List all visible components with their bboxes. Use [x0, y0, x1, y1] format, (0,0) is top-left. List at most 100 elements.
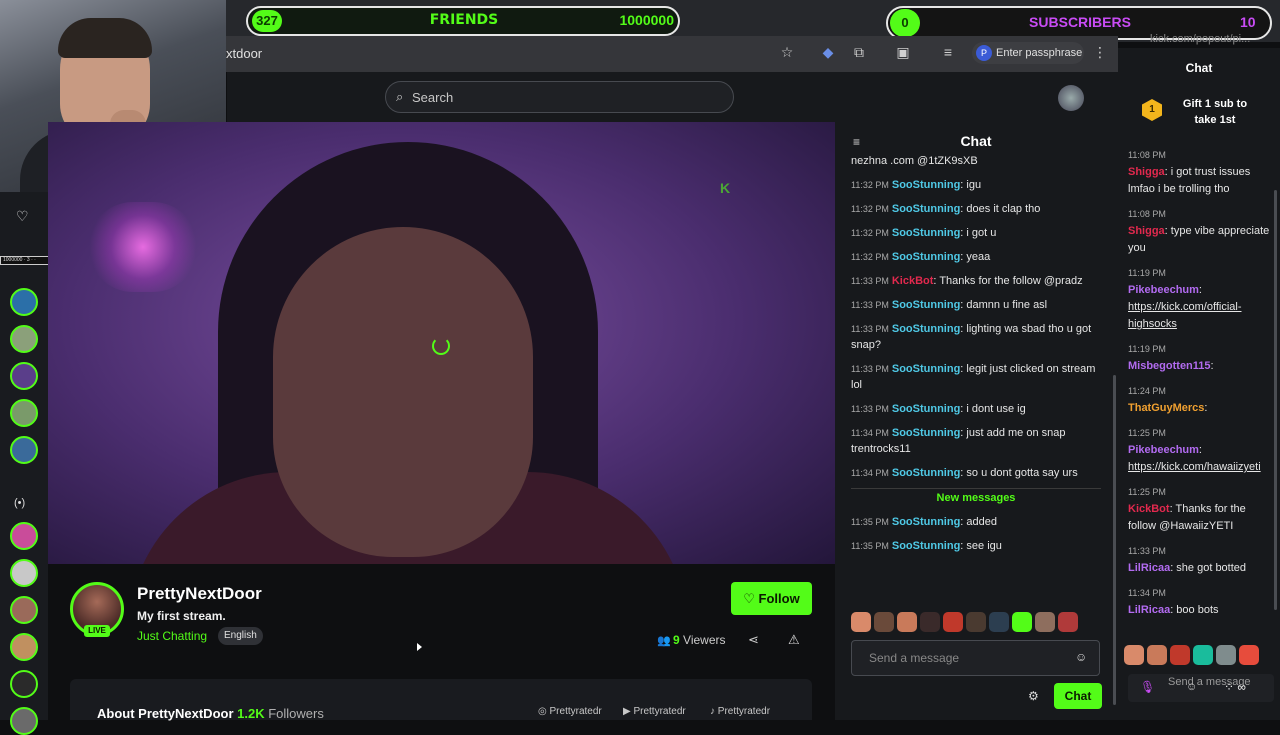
chat-username[interactable]: SooStunning	[892, 540, 960, 552]
emote-icon[interactable]	[1035, 612, 1055, 632]
chat-username[interactable]: SooStunning	[892, 299, 960, 311]
sidebar-channel-avatar[interactable]	[10, 325, 38, 353]
collapse-chat-icon[interactable]: ≡	[853, 135, 860, 149]
sidebar-channel-avatar[interactable]	[10, 362, 38, 390]
gift-sub-prompt[interactable]: Gift 1 sub to take 1st	[1176, 96, 1254, 128]
address-bar-text[interactable]: xtdoor	[226, 46, 262, 61]
chat-message-input[interactable]: Send a message	[851, 640, 1100, 676]
media-controls-icon[interactable]: ≡	[940, 44, 956, 60]
chat-message-text: : see igu	[960, 540, 1002, 552]
popout-username[interactable]: Misbegotten115	[1128, 360, 1211, 372]
popout-emoji-icon[interactable]: ☺	[1186, 681, 1197, 693]
sidebar-channel-avatar[interactable]	[10, 596, 38, 624]
emoji-picker-icon[interactable]: ☺	[1075, 650, 1087, 664]
following-heart-icon[interactable]: ♡	[16, 208, 29, 225]
profile-avatar[interactable]: P	[976, 45, 992, 61]
about-title-text: About PrettyNextDoor	[97, 706, 234, 721]
cast-icon[interactable]: ▣	[895, 44, 911, 60]
emote-icon[interactable]	[1239, 645, 1259, 665]
microphone-icon[interactable]: 🎙	[1140, 680, 1155, 694]
popout-username[interactable]: Shigga	[1128, 166, 1165, 178]
browser-menu-icon[interactable]: ⋮	[1092, 44, 1108, 60]
bookmark-star-icon[interactable]: ☆	[779, 44, 795, 60]
emote-icon[interactable]	[874, 612, 894, 632]
streamer-name[interactable]: PrettyNextDoor	[137, 584, 262, 604]
chat-username[interactable]: SooStunning	[892, 323, 960, 335]
emote-icon[interactable]	[1147, 645, 1167, 665]
chat-timestamp: 11:33 PM	[851, 364, 889, 374]
popout-message-link[interactable]: https://kick.com/hawaiizyeti	[1128, 461, 1261, 473]
sidebar-channel-avatar[interactable]	[10, 670, 38, 698]
chat-message: nezhna .com @1tZK9sXB	[845, 149, 1107, 173]
popout-username[interactable]: Pikebeechum	[1128, 284, 1199, 296]
emote-icon[interactable]	[1012, 612, 1032, 632]
emote-icon[interactable]	[943, 612, 963, 632]
chat-message: 11:35 PM SooStunning: see igu	[845, 534, 1107, 558]
popout-scrollbar[interactable]	[1274, 190, 1277, 610]
chat-username[interactable]: SooStunning	[892, 251, 960, 263]
emote-icon[interactable]	[966, 612, 986, 632]
sidebar-channel-avatar[interactable]	[10, 633, 38, 661]
stream-category-link[interactable]: Just Chatting	[137, 629, 207, 643]
emote-icon[interactable]	[851, 612, 871, 632]
chat-username[interactable]: SooStunning	[892, 516, 960, 528]
chat-message: 11:32 PM SooStunning: yeaa	[845, 245, 1107, 269]
emote-icon[interactable]	[989, 612, 1009, 632]
emote-icon[interactable]	[897, 612, 917, 632]
chat-username[interactable]: SooStunning	[892, 403, 960, 415]
chat-username[interactable]: SooStunning	[892, 227, 960, 239]
user-avatar[interactable]	[1058, 85, 1084, 111]
chat-timestamp: 11:34 PM	[851, 468, 889, 478]
popout-message-text: :	[1198, 284, 1202, 296]
popout-username[interactable]: Pikebeechum	[1128, 444, 1199, 456]
chat-message: 11:35 PM SooStunning: added	[845, 510, 1107, 534]
chat-message-list[interactable]: nezhna .com @1tZK9sXB 11:32 PM SooStunning…	[845, 149, 1107, 603]
chat-scrollbar[interactable]	[1113, 375, 1116, 705]
report-warning-icon[interactable]: ⚠	[788, 632, 800, 648]
chat-message: 11:33 PM SooStunning: lighting wa sbad th…	[845, 317, 1107, 357]
chat-username[interactable]: SooStunning	[892, 427, 960, 439]
instagram-link[interactable]: ◎ Prettyratedr	[538, 706, 602, 717]
language-tag[interactable]: English	[218, 627, 263, 645]
tiktok-link[interactable]: ♪ Prettyratedr	[710, 706, 770, 717]
emote-icon[interactable]	[1058, 612, 1078, 632]
follow-button[interactable]: ♡ Follow	[731, 582, 812, 615]
chat-username[interactable]: SooStunning	[892, 179, 960, 191]
sidebar-channel-avatar[interactable]	[10, 436, 38, 464]
emote-icon[interactable]	[920, 612, 940, 632]
youtube-link[interactable]: ▶ Prettyratedr	[623, 706, 686, 717]
extensions-puzzle-icon[interactable]: ⧉	[851, 44, 867, 60]
popout-message-list[interactable]: 11:08 PM Shigga: i got trust issues lmfao…	[1124, 145, 1274, 640]
popout-username[interactable]: Shigga	[1128, 225, 1165, 237]
popout-infinity-icon[interactable]: ⁘ ∞	[1224, 680, 1246, 694]
sidebar-channel-avatar[interactable]	[10, 522, 38, 550]
sidebar-channel-avatar[interactable]	[10, 288, 38, 316]
sidebar-channel-avatar[interactable]	[10, 559, 38, 587]
viewer-count: 9 Viewers	[673, 633, 726, 647]
sidebar-channel-avatar[interactable]	[10, 399, 38, 427]
emote-icon[interactable]	[1216, 645, 1236, 665]
share-icon[interactable]: ⋖	[748, 632, 759, 648]
live-channels-icon[interactable]: (•)	[14, 497, 25, 509]
chat-message-text: : damnn u fine asl	[960, 299, 1048, 311]
popout-username[interactable]: LilRicaa	[1128, 604, 1170, 616]
popout-message: 11:08 PM Shigga: type vibe appreciate you	[1124, 204, 1274, 259]
emote-icon[interactable]	[1170, 645, 1190, 665]
popout-username[interactable]: ThatGuyMercs	[1128, 402, 1204, 414]
chat-username[interactable]: SooStunning	[892, 203, 960, 215]
emote-icon[interactable]	[1124, 645, 1144, 665]
friends-goal-label: FRIENDS	[429, 12, 499, 28]
popout-username[interactable]: KickBot	[1128, 503, 1170, 515]
chat-send-button[interactable]: Chat	[1054, 683, 1102, 709]
sidebar-channel-avatar[interactable]	[10, 707, 38, 735]
popout-username[interactable]: LilRicaa	[1128, 562, 1170, 574]
chat-username[interactable]: KickBot	[892, 275, 934, 287]
popout-message-link[interactable]: https://kick.com/official-highsocks	[1128, 301, 1242, 330]
chat-timestamp: 11:33 PM	[851, 276, 889, 286]
chat-settings-gear-icon[interactable]: ⚙	[1028, 689, 1039, 703]
friends-goal-current: 327	[252, 10, 282, 32]
chat-username[interactable]: SooStunning	[892, 467, 960, 479]
extension-diamond-icon[interactable]: ◆	[820, 44, 836, 60]
emote-icon[interactable]	[1193, 645, 1213, 665]
chat-username[interactable]: SooStunning	[892, 363, 960, 375]
